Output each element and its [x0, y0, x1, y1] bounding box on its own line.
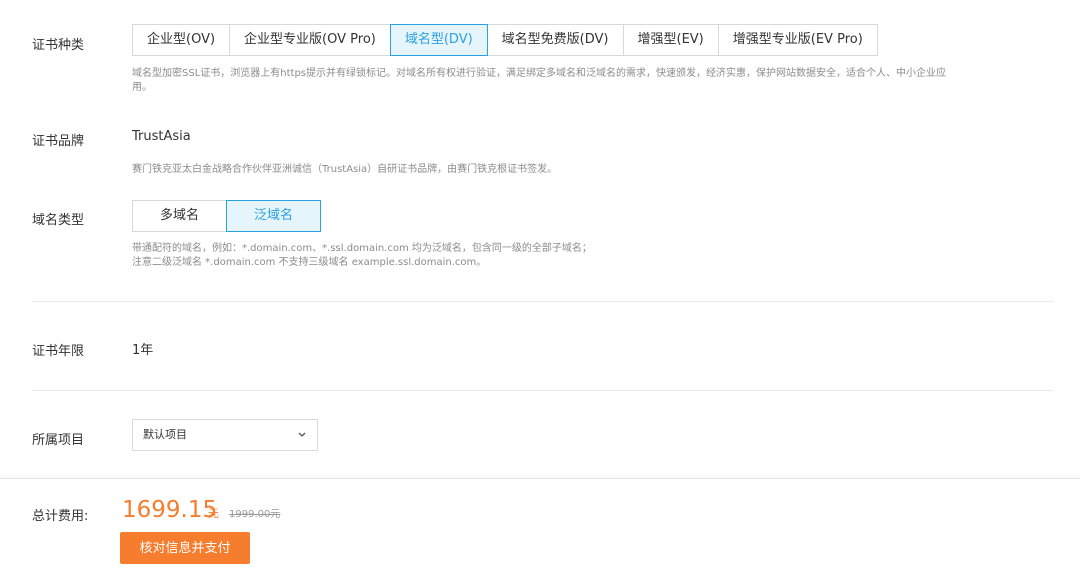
project-label: 所属项目 [32, 433, 85, 448]
chevron-down-icon [297, 420, 307, 463]
domain-type-help-line1: 带通配符的域名，例如：*.domain.com、*.ssl.domain.com… [132, 243, 592, 254]
cert-type-option-ev[interactable]: 增强型(EV) [622, 24, 719, 56]
cert-type-row: 证书种类 企业型(OV) 企业型专业版(OV Pro) 域名型(DV) 域名型免… [32, 24, 1054, 104]
cert-type-help: 域名型加密SSL证书，浏览器上有https提示并有绿锁标记。对域名所有权进行验证… [132, 67, 1052, 95]
cert-brand-row: 证书品牌 TrustAsia 赛门铁克亚太白金战略合作伙伴亚洲诚信（TrustA… [32, 128, 1054, 188]
original-price: 1999.00元 [229, 509, 281, 520]
cert-type-help-line2: 用。 [132, 82, 152, 93]
domain-type-help-line2: 注意二级泛域名 *.domain.com 不支持三级域名 example.ssl… [132, 257, 487, 268]
cert-brand-help: 赛门铁克亚太白金战略合作伙伴亚洲诚信（TrustAsia）自研证书品牌，由赛门铁… [132, 164, 558, 175]
domain-type-label: 域名类型 [32, 213, 85, 228]
divider [32, 301, 1054, 302]
cert-type-segmented: 企业型(OV) 企业型专业版(OV Pro) 域名型(DV) 域名型免费版(DV… [132, 24, 878, 56]
cert-years-value: 1年 [132, 343, 154, 358]
project-select-value: 默认项目 [143, 428, 187, 441]
cert-type-option-dv-free[interactable]: 域名型免费版(DV) [486, 24, 624, 56]
domain-type-row: 域名类型 多域名 泛域名 带通配符的域名，例如：*.domain.com、*.s… [32, 200, 1054, 280]
total-label: 总计费用: [32, 509, 89, 524]
domain-type-help: 带通配符的域名，例如：*.domain.com、*.ssl.domain.com… [132, 242, 1052, 270]
divider [32, 390, 1054, 391]
cert-type-option-ov-pro[interactable]: 企业型专业版(OV Pro) [229, 24, 391, 56]
cert-years-label: 证书年限 [32, 344, 85, 359]
cert-brand-label: 证书品牌 [32, 134, 85, 149]
total-price: 1699.15 [122, 497, 218, 523]
cert-type-help-line1: 域名型加密SSL证书，浏览器上有https提示并有绿锁标记。对域名所有权进行验证… [132, 68, 947, 79]
domain-type-option-multi[interactable]: 多域名 [132, 200, 227, 232]
cert-brand-value: TrustAsia [132, 129, 191, 144]
project-select[interactable]: 默认项目 [132, 419, 318, 451]
cert-type-option-ov[interactable]: 企业型(OV) [132, 24, 231, 56]
cert-type-option-dv[interactable]: 域名型(DV) [389, 24, 488, 56]
domain-type-segmented: 多域名 泛域名 [132, 200, 321, 232]
price-unit: 元 [208, 507, 219, 520]
domain-type-option-wildcard[interactable]: 泛域名 [226, 200, 321, 232]
cert-type-label: 证书种类 [32, 38, 85, 53]
cert-years-row: 证书年限 1年 [32, 339, 1054, 359]
pay-button[interactable]: 核对信息并支付 [120, 532, 250, 564]
cert-type-option-ev-pro[interactable]: 增强型专业版(EV Pro) [717, 24, 878, 56]
